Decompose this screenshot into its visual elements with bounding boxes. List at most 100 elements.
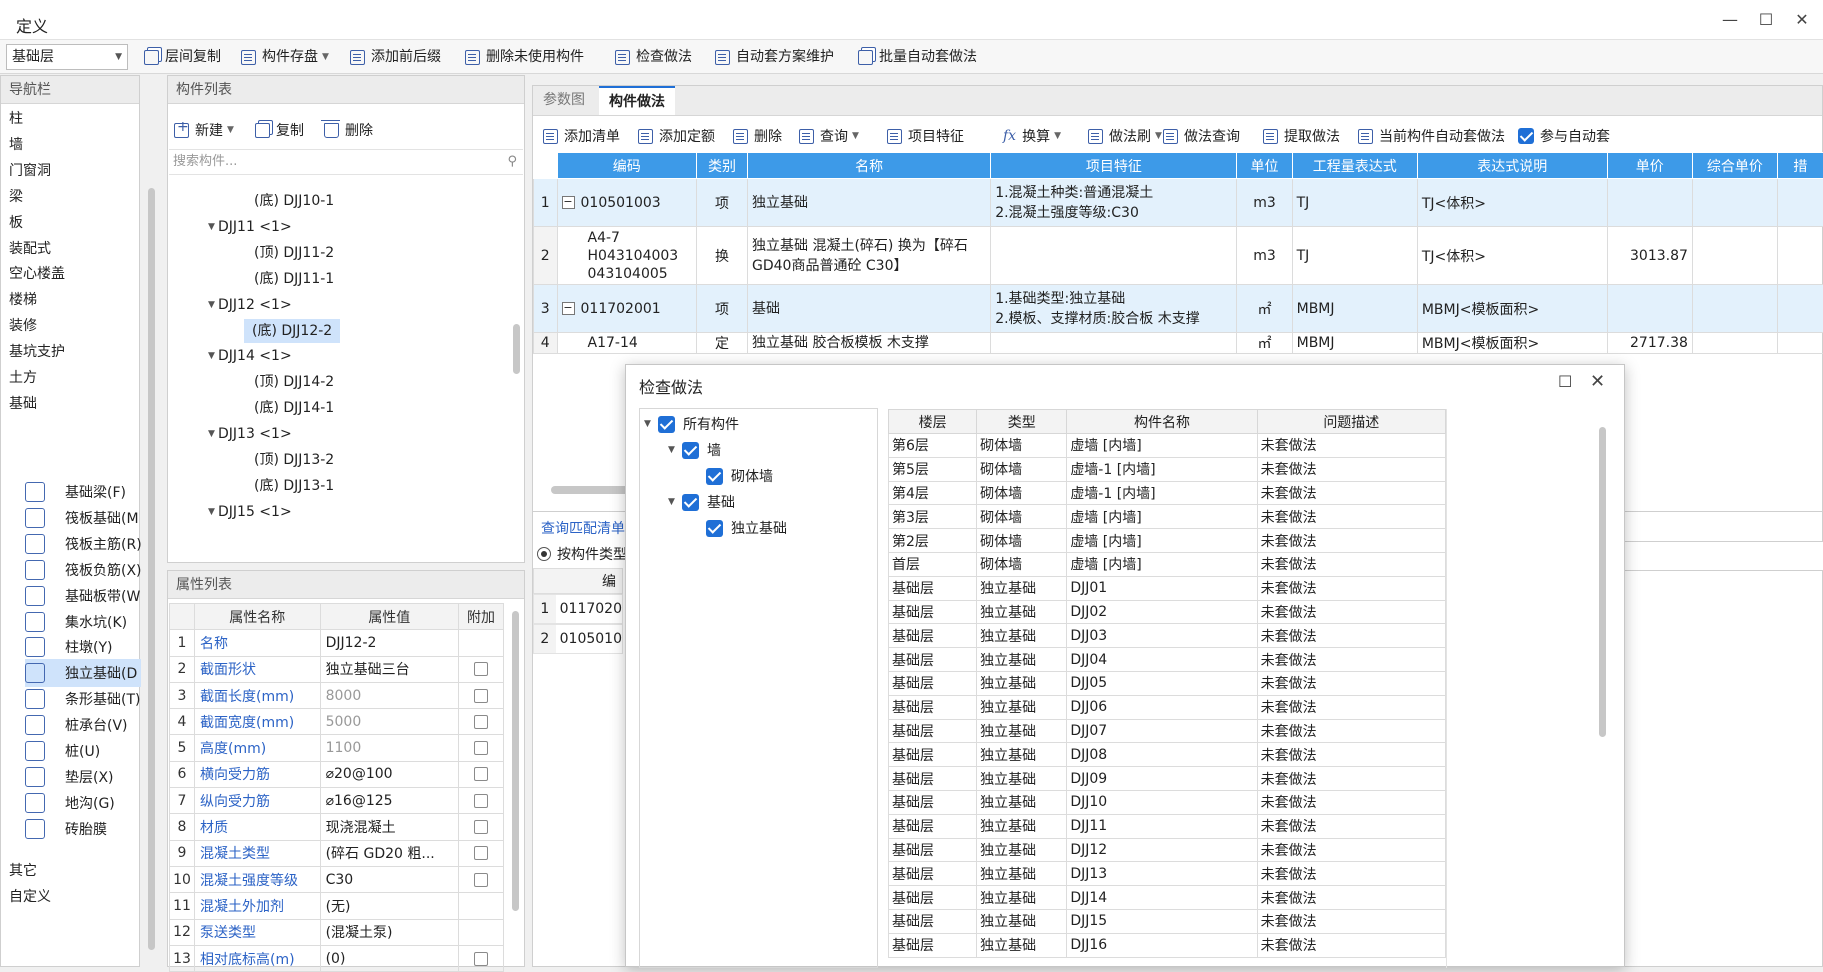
issue-row[interactable]: 第2层砌体墙虚墙 [内墙]未套做法 (889, 529, 1446, 553)
bom-expr[interactable]: TJ (1292, 227, 1417, 285)
issue-row[interactable]: 第5层砌体墙虚墙-1 [内墙]未套做法 (889, 457, 1446, 481)
nav-item[interactable]: 基础 (9, 394, 37, 414)
issue-row[interactable]: 基础层独立基础DJJ02未套做法 (889, 600, 1446, 624)
nav-item[interactable]: 墙 (9, 135, 23, 155)
nav-item[interactable]: 梁 (9, 187, 23, 207)
method-toolbar-button[interactable]: 参与自动套 (1518, 125, 1610, 147)
issue-row[interactable]: 第4层砌体墙虚墙-1 [内墙]未套做法 (889, 481, 1446, 505)
expand-arrow-icon[interactable]: ▼ (208, 222, 215, 232)
bom-feature[interactable] (991, 333, 1237, 354)
dialog-tree-node[interactable]: 基础 (682, 492, 735, 512)
new-button[interactable]: 新建▼ (174, 120, 234, 140)
issue-row[interactable]: 基础层独立基础DJJ14未套做法 (889, 886, 1446, 910)
search-input[interactable]: 搜索构件...⚲ (169, 149, 523, 175)
method-toolbar-button[interactable]: 当前构件自动套做法 (1358, 125, 1505, 147)
bom-row[interactable]: 1−010501003项独立基础1.混凝土种类:普通混凝土 2.混凝土强度等级:… (534, 179, 1823, 227)
nav-item[interactable]: 楼梯 (9, 290, 37, 310)
delete-unused-button[interactable]: 删除未使用构件 (465, 46, 584, 68)
checkbox-icon[interactable] (1518, 128, 1534, 144)
issue-row[interactable]: 基础层独立基础DJJ05未套做法 (889, 671, 1446, 695)
nav-sub-item[interactable]: 筏板主筋(R) (25, 530, 141, 558)
attribute-value[interactable]: ⌀16@125 (320, 788, 458, 814)
query-row[interactable]: 20105010 (533, 624, 623, 654)
bom-name[interactable]: 独立基础 混凝土(碎石) 换为【碎石 GD40商品普通砼 C30】 (748, 227, 991, 285)
attribute-scrollbar[interactable] (512, 611, 519, 911)
tree-node[interactable]: DJJ14 <1> (218, 346, 292, 366)
issue-row[interactable]: 基础层独立基础DJJ09未套做法 (889, 767, 1446, 791)
nav-item[interactable]: 基坑支护 (9, 342, 65, 362)
query-row[interactable]: 10117020 (533, 594, 623, 624)
floor-copy-button[interactable]: 层间复制 (144, 46, 221, 68)
tree-node[interactable]: (底) DJJ13-1 (254, 476, 334, 496)
tree-node[interactable]: (底) DJJ10-1 (254, 191, 334, 211)
dialog-tree-node[interactable]: 砌体墙 (706, 466, 773, 486)
nav-item[interactable]: 门窗洞 (9, 161, 51, 181)
issue-row[interactable]: 基础层独立基础DJJ13未套做法 (889, 862, 1446, 886)
nav-sub-item[interactable]: 筏板基础(M (25, 504, 141, 532)
attribute-value[interactable]: 现浇混凝土 (320, 814, 458, 840)
maximize-icon[interactable]: ☐ (1558, 372, 1572, 391)
collapse-icon[interactable]: − (562, 302, 575, 315)
batch-auto-button[interactable]: 批量自动套做法 (858, 46, 977, 68)
nav-sub-item[interactable]: 桩承台(V) (25, 711, 141, 739)
nav-sub-item[interactable]: 条形基础(T) (25, 685, 141, 713)
nav-item[interactable]: 自定义 (9, 887, 51, 907)
method-toolbar-button[interactable]: 做法查询 (1163, 125, 1240, 147)
method-toolbar-button[interactable]: 删除 (733, 125, 782, 147)
save-component-button[interactable]: 构件存盘▼ (241, 46, 329, 68)
extra-checkbox[interactable] (474, 689, 488, 703)
dialog-tree-node[interactable]: 所有构件 (658, 414, 739, 434)
issue-row[interactable]: 第3层砌体墙虚墙 [内墙]未套做法 (889, 505, 1446, 529)
bom-expr[interactable]: MBMJ (1292, 285, 1417, 333)
extra-checkbox[interactable] (474, 846, 488, 860)
issue-row[interactable]: 基础层独立基础DJJ08未套做法 (889, 743, 1446, 767)
extra-checkbox[interactable] (474, 715, 488, 729)
issue-row[interactable]: 基础层独立基础DJJ16未套做法 (889, 933, 1446, 957)
tab-param-diagram[interactable]: 参数图 (533, 86, 595, 115)
nav-sub-item[interactable]: 基础板带(W (25, 582, 141, 610)
nav-item[interactable]: 装修 (9, 316, 37, 336)
nav-sub-item[interactable]: 筏板负筋(X) (25, 556, 141, 584)
nav-item[interactable]: 板 (9, 213, 23, 233)
radio-by-type[interactable]: 按构件类型 (537, 544, 627, 564)
auto-scheme-button[interactable]: 自动套方案维护 (715, 46, 834, 68)
method-toolbar-button[interactable]: 添加清单 (543, 125, 620, 147)
nav-item[interactable]: 其它 (9, 861, 37, 881)
method-toolbar-button[interactable]: fx换算▼ (1003, 125, 1061, 147)
nav-sub-item[interactable]: 独立基础(D (25, 659, 141, 687)
nav-sub-item[interactable]: 垫层(X) (25, 763, 141, 791)
attribute-value[interactable]: 8000 (320, 682, 458, 708)
method-toolbar-button[interactable]: 提取做法 (1263, 125, 1340, 147)
attribute-value[interactable]: C30 (320, 866, 458, 892)
collapse-icon[interactable]: − (562, 196, 575, 209)
close-icon[interactable]: ✕ (1590, 371, 1605, 392)
nav-sub-item[interactable]: 桩(U) (25, 737, 141, 765)
bom-name[interactable]: 独立基础 胶合板模板 木支撑 (748, 333, 991, 354)
bom-row[interactable]: 3−011702001项基础1.基础类型:独立基础 2.模板、支撑材质:胶合板 … (534, 285, 1823, 333)
method-toolbar-button[interactable]: 项目特征 (887, 125, 964, 147)
nav-item[interactable]: 空心楼盖 (9, 264, 65, 284)
method-toolbar-button[interactable]: 添加定额 (638, 125, 715, 147)
floor-select[interactable]: 基础层▼ (6, 44, 128, 70)
extra-checkbox[interactable] (474, 662, 488, 676)
component-scrollbar[interactable] (513, 324, 520, 374)
nav-sub-item[interactable]: 集水坑(K) (25, 608, 141, 636)
issue-row[interactable]: 基础层独立基础DJJ01未套做法 (889, 576, 1446, 600)
attribute-value[interactable]: (碎石 GD20 粗... (320, 840, 458, 866)
issue-row[interactable]: 基础层独立基础DJJ11未套做法 (889, 814, 1446, 838)
nav-sub-item[interactable]: 基础梁(F) (25, 478, 141, 506)
tree-node[interactable]: (顶) DJJ14-2 (254, 372, 334, 392)
nav-sub-item[interactable]: 柱墩(Y) (25, 633, 141, 661)
issue-row[interactable]: 基础层独立基础DJJ15未套做法 (889, 909, 1446, 933)
add-prefix-button[interactable]: 添加前后缀 (350, 46, 441, 68)
bom-code[interactable]: A17-14 (557, 333, 697, 354)
extra-checkbox[interactable] (474, 820, 488, 834)
bom-expr[interactable]: MBMJ (1292, 333, 1417, 354)
attribute-value[interactable]: 独立基础三台 (320, 656, 458, 682)
dialog-tree-node[interactable]: 独立基础 (706, 518, 787, 538)
attribute-value[interactable]: (0) (320, 945, 458, 971)
dialog-tree-node[interactable]: 墙 (682, 440, 721, 460)
attribute-value[interactable]: (混凝土泵) (320, 919, 458, 945)
bom-name[interactable]: 基础 (748, 285, 991, 333)
method-toolbar-button[interactable]: 做法刷▼ (1088, 125, 1162, 147)
